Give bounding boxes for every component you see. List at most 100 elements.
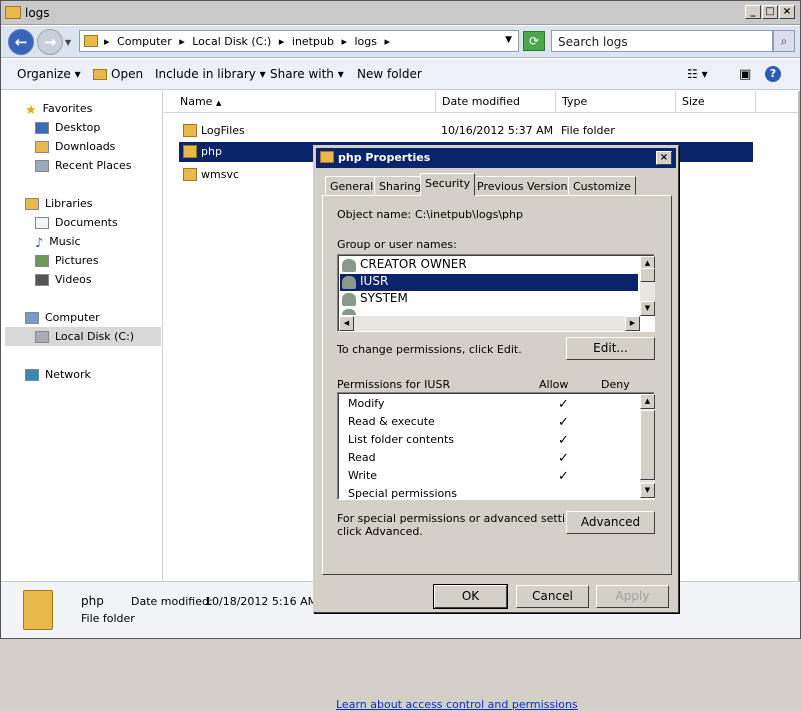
- nav-music[interactable]: ♪ Music: [35, 235, 81, 251]
- vertical-scrollbar[interactable]: ▲ ▼: [640, 256, 655, 316]
- nav-local-disk[interactable]: Local Disk (C:): [35, 330, 134, 343]
- nav-pictures[interactable]: Pictures: [35, 254, 99, 267]
- new-folder-button[interactable]: New folder: [357, 67, 422, 81]
- scroll-up-icon[interactable]: ▲: [640, 394, 655, 409]
- permissions-list[interactable]: Modify ✓ Read & execute ✓ List folder cont…: [337, 392, 655, 500]
- user-creator-owner[interactable]: CREATOR OWNER: [340, 257, 638, 274]
- crumb-separator[interactable]: ▸: [341, 35, 347, 48]
- scroll-thumb[interactable]: [640, 410, 655, 480]
- include-in-library-button[interactable]: Include in library ▾: [155, 67, 266, 81]
- help-icon[interactable]: ?: [765, 66, 781, 82]
- edit-button[interactable]: Edit...: [566, 337, 655, 360]
- nav-recent-places[interactable]: Recent Places: [35, 159, 132, 172]
- nav-videos[interactable]: Videos: [35, 273, 92, 286]
- deny-header: Deny: [601, 378, 630, 391]
- nav-documents[interactable]: Documents: [35, 216, 118, 229]
- user-system[interactable]: SYSTEM: [340, 291, 638, 308]
- nav-libraries-label: Libraries: [45, 197, 93, 210]
- scroll-right-icon[interactable]: ▶: [625, 316, 640, 331]
- col-name-label: Name: [180, 95, 213, 108]
- organize-button[interactable]: Organize ▾: [17, 67, 81, 81]
- permissions-for-label: Permissions for IUSR: [337, 378, 451, 391]
- crumb-separator[interactable]: ▸: [384, 35, 390, 48]
- nav-libraries[interactable]: Libraries: [25, 197, 93, 210]
- breadcrumb-inetpub[interactable]: inetpub: [292, 35, 334, 48]
- tab-sharing[interactable]: Sharing: [374, 176, 427, 195]
- tab-customize[interactable]: Customize: [568, 176, 636, 195]
- forward-button[interactable]: →: [37, 29, 63, 55]
- recent-pages-dropdown[interactable]: ▼: [65, 38, 71, 47]
- close-icon[interactable]: ×: [656, 151, 672, 165]
- scroll-down-icon[interactable]: ▼: [640, 301, 655, 316]
- file-row[interactable]: LogFiles 10/16/2012 5:37 AM File folder: [183, 121, 753, 141]
- nav-favorites-label: Favorites: [42, 102, 93, 115]
- close-button[interactable]: ×: [779, 5, 795, 19]
- breadcrumb-logs[interactable]: logs: [354, 35, 377, 48]
- window-title: logs: [25, 6, 50, 20]
- back-button[interactable]: ←: [8, 29, 34, 55]
- views-icon[interactable]: ☷ ▾: [687, 67, 708, 81]
- crumb-separator[interactable]: ▸: [279, 35, 285, 48]
- nav-network[interactable]: Network: [25, 368, 91, 381]
- folder-icon: [183, 168, 197, 181]
- col-name[interactable]: Name ▲: [174, 91, 436, 113]
- music-icon: ♪: [35, 236, 44, 251]
- breadcrumb-local-disk[interactable]: Local Disk (C:): [192, 35, 271, 48]
- nav-computer[interactable]: Computer: [25, 311, 100, 324]
- refresh-icon[interactable]: ⟳: [523, 31, 545, 51]
- col-size[interactable]: Size: [676, 91, 756, 113]
- crumb-separator[interactable]: ▸: [104, 35, 110, 48]
- tab-general[interactable]: General: [325, 176, 379, 195]
- scroll-thumb[interactable]: [640, 268, 655, 282]
- col-type[interactable]: Type: [556, 91, 676, 113]
- minimize-button[interactable]: _: [745, 5, 761, 19]
- vertical-scrollbar[interactable]: ▲ ▼: [640, 394, 655, 498]
- preview-pane-icon[interactable]: ▣: [739, 67, 751, 82]
- title-bar: logs _ □ ×: [1, 1, 800, 25]
- permission-name: Modify: [348, 397, 385, 410]
- user-list[interactable]: CREATOR OWNER IUSR SYSTEM ▲ ▼ ◀ ▶: [337, 254, 655, 332]
- advanced-button[interactable]: Advanced: [566, 511, 655, 534]
- apply-button[interactable]: Apply: [596, 585, 669, 608]
- star-icon: ★: [25, 103, 37, 118]
- computer-icon: [25, 312, 39, 324]
- nav-desktop[interactable]: Desktop: [35, 121, 100, 134]
- nav-localdisk-label: Local Disk (C:): [55, 330, 135, 343]
- folder-icon: [93, 69, 107, 80]
- security-tab-panel: Object name: C:\inetpub\logs\php Group o…: [322, 195, 672, 575]
- user-partial-row[interactable]: [340, 307, 638, 315]
- permission-name: Read & execute: [348, 415, 435, 428]
- address-bar[interactable]: ▸ Computer ▸ Local Disk (C:) ▸ inetpub ▸…: [79, 30, 519, 52]
- drive-icon: [35, 331, 49, 343]
- scroll-left-icon[interactable]: ◀: [339, 316, 354, 331]
- cancel-button[interactable]: Cancel: [516, 585, 589, 608]
- horizontal-scrollbar[interactable]: ◀ ▶: [339, 316, 640, 331]
- user-iusr[interactable]: IUSR: [340, 274, 638, 291]
- properties-dialog: php Properties × General Sharing Securit…: [313, 145, 679, 711]
- tab-previous-versions[interactable]: Previous Versions: [472, 176, 579, 195]
- open-button[interactable]: Open: [93, 67, 143, 81]
- tab-security[interactable]: Security: [420, 173, 476, 196]
- crumb-separator[interactable]: ▸: [179, 35, 185, 48]
- search-icon[interactable]: ⌕: [773, 30, 795, 52]
- user-name: SYSTEM: [360, 291, 408, 305]
- desktop-icon: [35, 122, 49, 134]
- user-group-icon: [342, 259, 356, 272]
- address-dropdown-icon[interactable]: ▼: [505, 35, 512, 45]
- scroll-down-icon[interactable]: ▼: [640, 483, 655, 498]
- breadcrumb-computer[interactable]: Computer: [117, 35, 172, 48]
- nav-downloads[interactable]: Downloads: [35, 140, 115, 153]
- access-control-help-link[interactable]: Learn about access control and permissio…: [336, 698, 578, 711]
- col-date-modified[interactable]: Date modified: [436, 91, 556, 113]
- allow-header: Allow: [539, 378, 569, 391]
- command-bar: Organize ▾ Open Include in library ▾ Sha…: [1, 59, 800, 90]
- permission-name: List folder contents: [348, 433, 454, 446]
- share-with-button[interactable]: Share with ▾: [270, 67, 344, 81]
- allow-check-icon: ✓: [558, 433, 569, 448]
- nav-favorites[interactable]: ★ Favorites: [25, 102, 93, 118]
- maximize-button[interactable]: □: [762, 5, 778, 19]
- nav-recent-label: Recent Places: [55, 159, 132, 172]
- ok-button[interactable]: OK: [433, 584, 508, 609]
- search-input[interactable]: Search logs: [551, 30, 773, 52]
- details-date: 10/18/2012 5:16 AM: [205, 595, 318, 608]
